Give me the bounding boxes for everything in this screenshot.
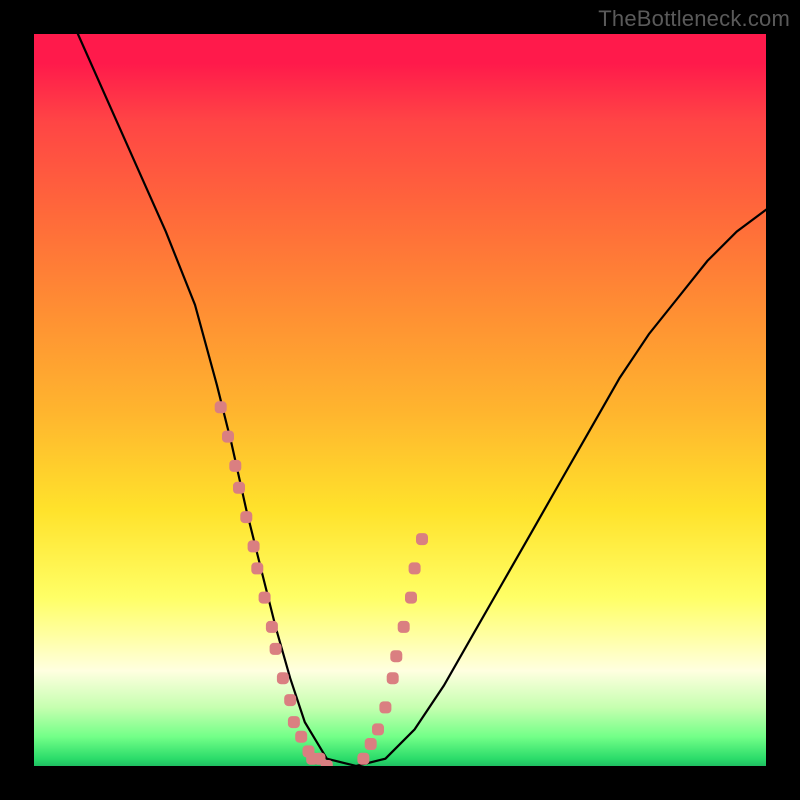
highlight-dot [266,621,278,633]
highlight-dot [284,694,296,706]
highlight-dot [215,401,227,413]
bottleneck-curve-svg [34,34,766,766]
highlight-dot [372,723,384,735]
highlight-dot [248,540,260,552]
highlight-dot [321,760,333,766]
highlight-dot [240,511,252,523]
highlight-dot [405,592,417,604]
chart-frame: TheBottleneck.com [0,0,800,800]
highlight-dot [270,643,282,655]
bottleneck-curve [78,34,766,766]
highlight-dot [409,562,421,574]
highlight-dot [277,672,289,684]
highlight-dot [357,753,369,765]
highlight-dot [365,738,377,750]
highlight-dot [416,533,428,545]
highlight-dot [379,701,391,713]
highlight-dot [233,482,245,494]
highlight-dot [222,431,234,443]
highlight-dot [398,621,410,633]
highlight-dot [390,650,402,662]
highlight-dot [229,460,241,472]
highlight-dot [387,672,399,684]
highlight-dot [295,731,307,743]
highlight-dot [288,716,300,728]
highlight-dots [215,401,428,766]
plot-area [34,34,766,766]
highlight-dot [259,592,271,604]
watermark-text: TheBottleneck.com [598,6,790,32]
highlight-dot [251,562,263,574]
